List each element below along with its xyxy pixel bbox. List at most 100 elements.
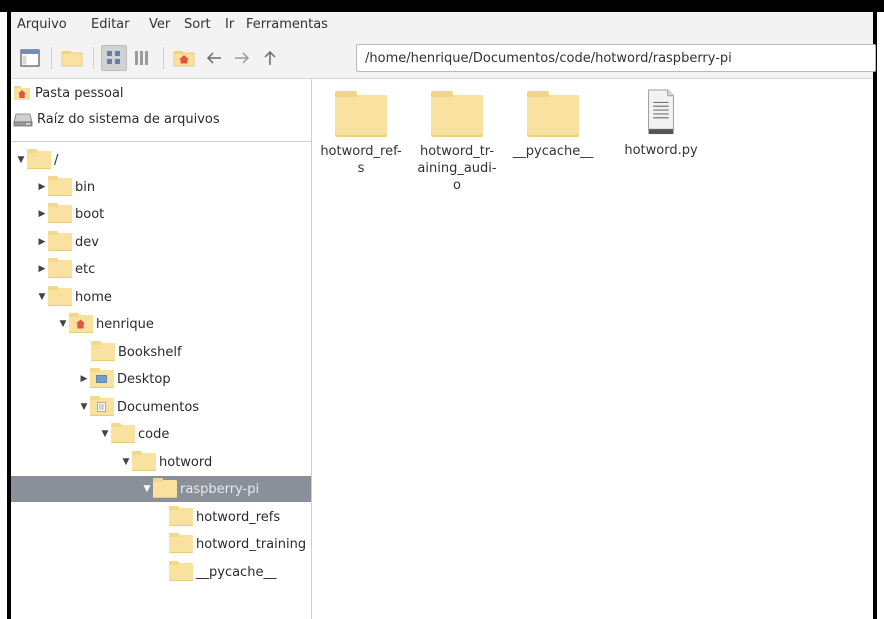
tree-item-code[interactable]: ▼ code: [99, 421, 169, 447]
collapsed-arrow-icon[interactable]: ▶: [78, 373, 90, 385]
tree-item-raspberry-pi[interactable]: ▼ raspberry-pi: [11, 476, 311, 502]
sidebar: Pasta pessoal Raíz do sistema de arquivo…: [11, 79, 312, 619]
tree-item-hotword[interactable]: ▼ hotword: [120, 449, 212, 475]
place-label: Pasta pessoal: [35, 85, 124, 101]
tree-item-label: code: [138, 426, 170, 442]
menu-sort[interactable]: Sort: [184, 17, 211, 32]
tree-item-desktop[interactable]: ▶ Desktop: [78, 366, 171, 392]
caption-bar: [0, 0, 884, 12]
new-tab-button[interactable]: [59, 45, 85, 71]
back-button[interactable]: [201, 45, 227, 71]
list-view-icon: [135, 51, 148, 65]
tree-item-bookshelf[interactable]: Bookshelf: [91, 339, 182, 365]
file-item-pycache[interactable]: __pycache__: [504, 91, 602, 160]
tree-item-etc[interactable]: ▶ etc: [36, 256, 95, 282]
tree-item-label: hotword_training: [196, 536, 307, 552]
expanded-arrow-icon[interactable]: ▼: [36, 291, 48, 303]
tree-item-hotword-training[interactable]: hotword_training: [169, 531, 311, 557]
folder-icon: [169, 561, 193, 581]
menu-ir[interactable]: Ir: [225, 17, 234, 32]
file-item-hotword-refs[interactable]: hotword_ref-s: [312, 91, 410, 177]
home-icon: [14, 86, 30, 100]
tree-item-henrique[interactable]: ▼ henrique: [57, 311, 154, 337]
arrow-up-icon: [264, 50, 276, 65]
toolbar: [11, 38, 876, 79]
path-input[interactable]: [356, 44, 876, 72]
tree-item-documentos[interactable]: ▼ Documentos: [78, 394, 199, 420]
list-view-button[interactable]: [129, 45, 155, 71]
tree-item-label: __pycache__: [196, 564, 277, 580]
expanded-arrow-icon[interactable]: ▼: [57, 318, 69, 330]
tree-item-label: home: [75, 289, 112, 305]
expanded-arrow-icon[interactable]: ▼: [141, 483, 153, 495]
toolbar-separator: [93, 47, 94, 69]
tree-item-label: boot: [75, 206, 105, 222]
place-filesystem-root[interactable]: Raíz do sistema de arquivos: [13, 108, 220, 130]
collapsed-arrow-icon[interactable]: ▶: [36, 208, 48, 220]
tree-item-label: Documentos: [117, 399, 200, 415]
collapsed-arrow-icon[interactable]: ▶: [36, 181, 48, 193]
folder-icon: [169, 506, 193, 526]
folder-icon: [169, 533, 193, 553]
tree-item-home[interactable]: ▼ home: [36, 284, 112, 310]
tree-item-bin[interactable]: ▶ bin: [36, 174, 95, 200]
tree-item-label: dev: [75, 234, 99, 250]
menu-editar[interactable]: Editar: [91, 17, 130, 32]
tree-item-root[interactable]: ▼ /: [15, 147, 58, 173]
desktop-folder-icon: [90, 368, 114, 388]
tree-item-label: Desktop: [117, 371, 171, 387]
tree-item-label: /: [54, 152, 59, 168]
place-label: Raíz do sistema de arquivos: [37, 111, 220, 127]
file-icon-view: hotword_ref-s hotword_tr-aining_audi-o _…: [312, 79, 872, 619]
menu-ferramentas[interactable]: Ferramentas: [246, 17, 328, 32]
folder-icon: [431, 91, 483, 137]
tree-item-dev[interactable]: ▶ dev: [36, 229, 99, 255]
file-name: __pycache__: [512, 144, 594, 159]
collapsed-arrow-icon[interactable]: ▶: [36, 236, 48, 248]
expanded-arrow-icon[interactable]: ▼: [78, 401, 90, 413]
text-file-icon: [648, 89, 674, 135]
file-manager-window: Arquivo Editar Ver Sort Ir Ferramentas /…: [7, 12, 877, 619]
expanded-arrow-icon[interactable]: ▼: [99, 428, 111, 440]
tree-item-boot[interactable]: ▶ boot: [36, 201, 104, 227]
up-button[interactable]: [257, 45, 283, 71]
arrow-left-icon: [206, 52, 221, 64]
expanded-arrow-icon[interactable]: ▼: [120, 456, 132, 468]
expanded-arrow-icon[interactable]: ▼: [15, 154, 27, 166]
tree-item-label: hotword: [159, 454, 213, 470]
folder-icon: [48, 258, 72, 278]
home-button[interactable]: [171, 45, 197, 71]
tree-item-label: raspberry-pi: [180, 481, 260, 497]
tree-item-pycache[interactable]: __pycache__: [169, 559, 276, 585]
folder-icon: [335, 91, 387, 137]
icon-view-button[interactable]: [101, 45, 127, 71]
folder-icon: [111, 423, 135, 443]
menu-arquivo[interactable]: Arquivo: [17, 17, 67, 32]
folder-icon: [48, 176, 72, 196]
folder-icon: [48, 203, 72, 223]
new-folder-icon: [61, 51, 83, 67]
arrow-right-icon: [235, 52, 250, 64]
tree-item-hotword-refs[interactable]: hotword_refs: [169, 504, 280, 530]
forward-button[interactable]: [229, 45, 255, 71]
new-window-icon: [20, 49, 40, 67]
home-folder-icon: [69, 313, 93, 333]
menu-ver[interactable]: Ver: [149, 17, 170, 32]
tree-item-label: henrique: [96, 316, 154, 332]
tree-item-label: Bookshelf: [118, 344, 182, 360]
tree-item-label: etc: [75, 261, 96, 277]
file-item-hotword-training-audio[interactable]: hotword_tr-aining_audi-o: [408, 91, 506, 194]
collapsed-arrow-icon[interactable]: ▶: [36, 263, 48, 275]
tree-item-label: bin: [75, 179, 96, 195]
file-name: hotword_tr-aining_audi-o: [417, 144, 497, 193]
place-home[interactable]: Pasta pessoal: [13, 82, 124, 104]
new-window-button[interactable]: [17, 45, 43, 71]
drive-icon: [13, 113, 33, 127]
menu-bar: Arquivo Editar Ver Sort Ir Ferramentas: [11, 12, 873, 38]
file-item-hotword-py[interactable]: hotword.py: [612, 89, 710, 159]
folder-icon: [27, 149, 51, 169]
file-name: hotword_ref-s: [320, 144, 402, 176]
icon-view-icon: [107, 51, 120, 64]
file-name: hotword.py: [624, 143, 698, 158]
tree-item-label: hotword_refs: [196, 509, 281, 525]
